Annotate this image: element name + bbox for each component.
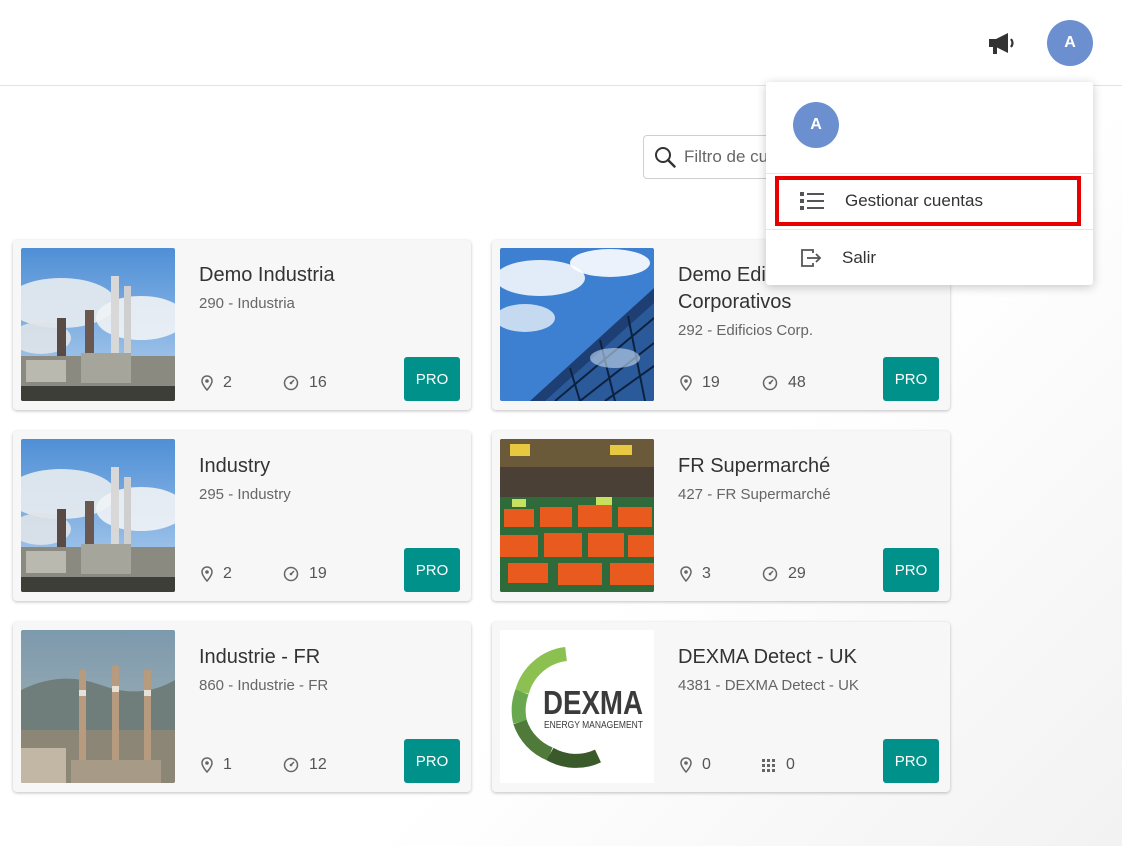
locations-count: 2 [201,374,232,392]
devices-value: 0 [786,756,795,773]
locations-count: 2 [201,565,232,583]
devices-count: 12 [283,756,327,774]
gauge-icon [283,566,299,582]
grid-icon [762,759,775,772]
locations-value: 2 [223,565,232,582]
dexma-logo: DEXMA ENERGY MANAGEMENT [500,630,654,783]
pro-badge: PRO [404,548,460,592]
account-subtitle: 292 - Edificios Corp. [678,322,814,339]
gauge-icon [283,375,299,391]
locations-count: 1 [201,756,232,774]
devices-count: 48 [762,374,806,392]
account-card-industrie-fr[interactable]: Industrie - FR 860 - Industrie - FR 1 12… [13,622,471,792]
account-name: Industry [199,455,271,477]
devices-count: 29 [762,565,806,583]
pro-badge: PRO [404,357,460,401]
logout-icon [801,249,822,267]
account-name: FR Supermarché [678,455,831,477]
devices-count: 0 [762,756,795,774]
dexma-logo-word: DEXMA [543,684,643,721]
dexma-logo-tagline: ENERGY MANAGEMENT [544,720,643,731]
gauge-icon [762,375,778,391]
gauge-icon [762,566,778,582]
account-card-dexma-detect-uk[interactable]: DEXMA ENERGY MANAGEMENT DEXMA Detect - U… [492,622,950,792]
highlight-box [775,176,1081,226]
location-pin-icon [201,566,213,582]
locations-value: 2 [223,374,232,391]
locations-value: 1 [223,756,232,773]
location-pin-icon [201,757,213,773]
menu-item-logout[interactable]: Salir [766,231,1093,285]
account-card-industry[interactable]: Industry 295 - Industry 2 19 PRO [13,431,471,601]
gauge-icon [283,757,299,773]
locations-count: 0 [680,756,711,774]
account-subtitle: 427 - FR Supermarché [678,486,831,503]
menu-item-label: Salir [842,248,877,267]
avatar-initial: A [1064,34,1076,51]
locations-value: 3 [702,565,711,582]
devices-value: 29 [788,565,806,582]
devices-value: 19 [309,565,327,582]
devices-count: 16 [283,374,327,392]
menu-avatar: A [793,102,839,148]
location-pin-icon [680,757,692,773]
search-icon [655,147,676,168]
location-pin-icon [201,375,213,391]
locations-count: 3 [680,565,711,583]
factory-image [21,248,175,401]
devices-value: 48 [788,374,806,391]
account-subtitle: 4381 - DEXMA Detect - UK [678,677,859,694]
user-dropdown-menu: A Gestionar cuentas Salir [766,82,1093,285]
pro-badge: PRO [883,739,939,783]
account-subtitle: 290 - Industria [199,295,295,312]
glass-building-image [500,248,654,401]
pro-badge: PRO [883,548,939,592]
megaphone-icon[interactable] [986,30,1018,56]
account-subtitle: 295 - Industry [199,486,291,503]
locations-count: 19 [680,374,720,392]
menu-avatar-initial: A [810,116,822,133]
location-pin-icon [680,375,692,391]
account-name: Demo Industria [199,264,335,286]
account-card-demo-industria[interactable]: Demo Industria 290 - Industria 2 16 PRO [13,240,471,410]
devices-value: 12 [309,756,327,773]
account-card-fr-supermarche[interactable]: FR Supermarché 427 - FR Supermarché 3 29… [492,431,950,601]
chimneys-image [21,630,175,783]
locations-value: 0 [702,756,711,773]
account-subtitle: 860 - Industrie - FR [199,677,329,694]
devices-count: 19 [283,565,327,583]
top-bar: A [0,0,1122,86]
pro-badge: PRO [883,357,939,401]
menu-divider [766,229,1093,230]
account-name: DEXMA Detect - UK [678,646,857,668]
devices-value: 16 [309,374,327,391]
factory-image [21,439,175,592]
location-pin-icon [680,566,692,582]
locations-value: 19 [702,374,720,391]
pro-badge: PRO [404,739,460,783]
user-avatar-button[interactable]: A [1047,20,1093,66]
account-name: Industrie - FR [199,646,321,668]
supermarket-image [500,439,654,592]
